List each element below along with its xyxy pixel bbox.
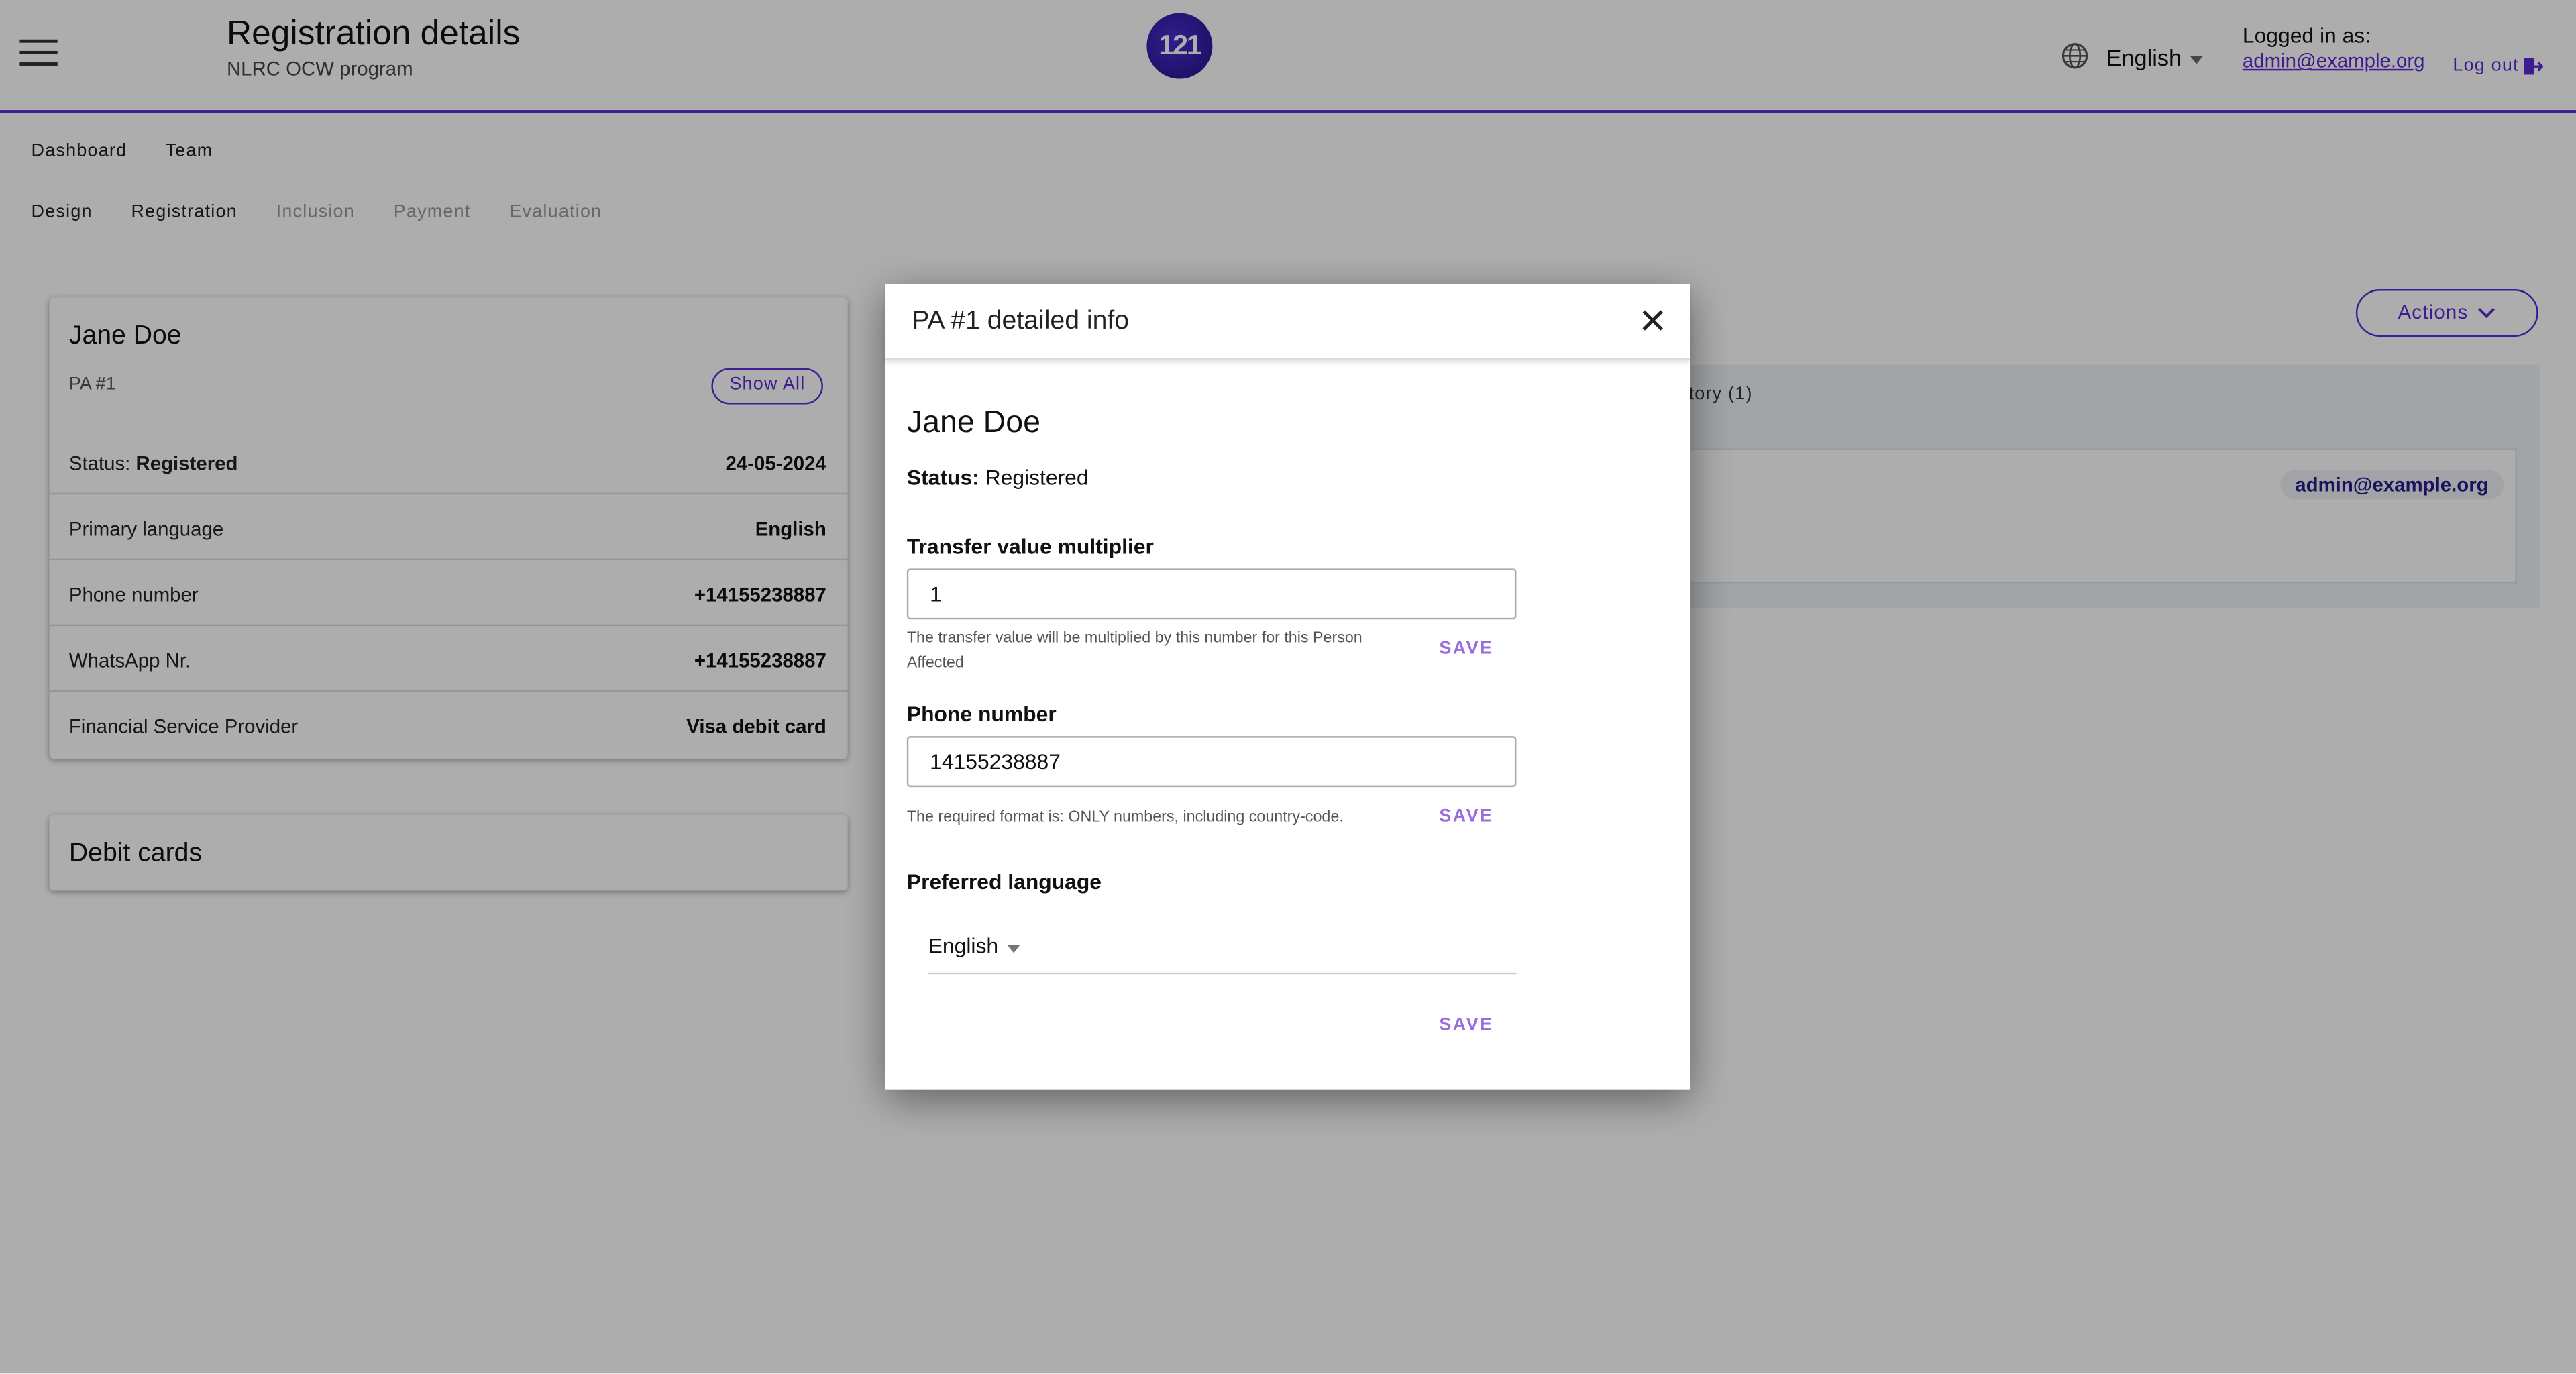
modal-status: Status: Registered	[907, 465, 1089, 490]
phone-number-input[interactable]	[906, 736, 1517, 788]
detail-modal: PA #1 detailed info Jane Doe Status: Reg…	[885, 284, 1691, 1090]
preferred-language-value: English	[928, 933, 999, 958]
modal-header: PA #1 detailed info	[885, 284, 1691, 360]
phone-number-label: Phone number	[906, 701, 1057, 727]
modal-title: PA #1 detailed info	[912, 307, 1130, 335]
preferred-language-label: Preferred language	[906, 869, 1102, 894]
modal-person-name: Jane Doe	[906, 405, 1041, 441]
close-icon[interactable]	[1640, 307, 1666, 333]
preferred-language-select[interactable]: English	[928, 915, 1517, 975]
transfer-multiplier-helper: The transfer value will be multiplied by…	[906, 629, 1362, 672]
page: Registration details NLRC OCW program 12…	[0, 0, 2576, 1374]
modal-status-label: Status:	[906, 465, 979, 490]
phone-number-helper: The required format is: ONLY numbers, in…	[906, 808, 1344, 827]
transfer-multiplier-label: Transfer value multiplier	[906, 533, 1154, 559]
save-transfer-button[interactable]: SAVE	[1439, 639, 1493, 659]
save-language-button[interactable]: SAVE	[1439, 1015, 1493, 1035]
caret-down-icon	[1007, 945, 1020, 953]
modal-status-value: Registered	[985, 465, 1089, 490]
transfer-multiplier-input[interactable]	[906, 568, 1517, 620]
save-phone-button[interactable]: SAVE	[1439, 806, 1493, 826]
